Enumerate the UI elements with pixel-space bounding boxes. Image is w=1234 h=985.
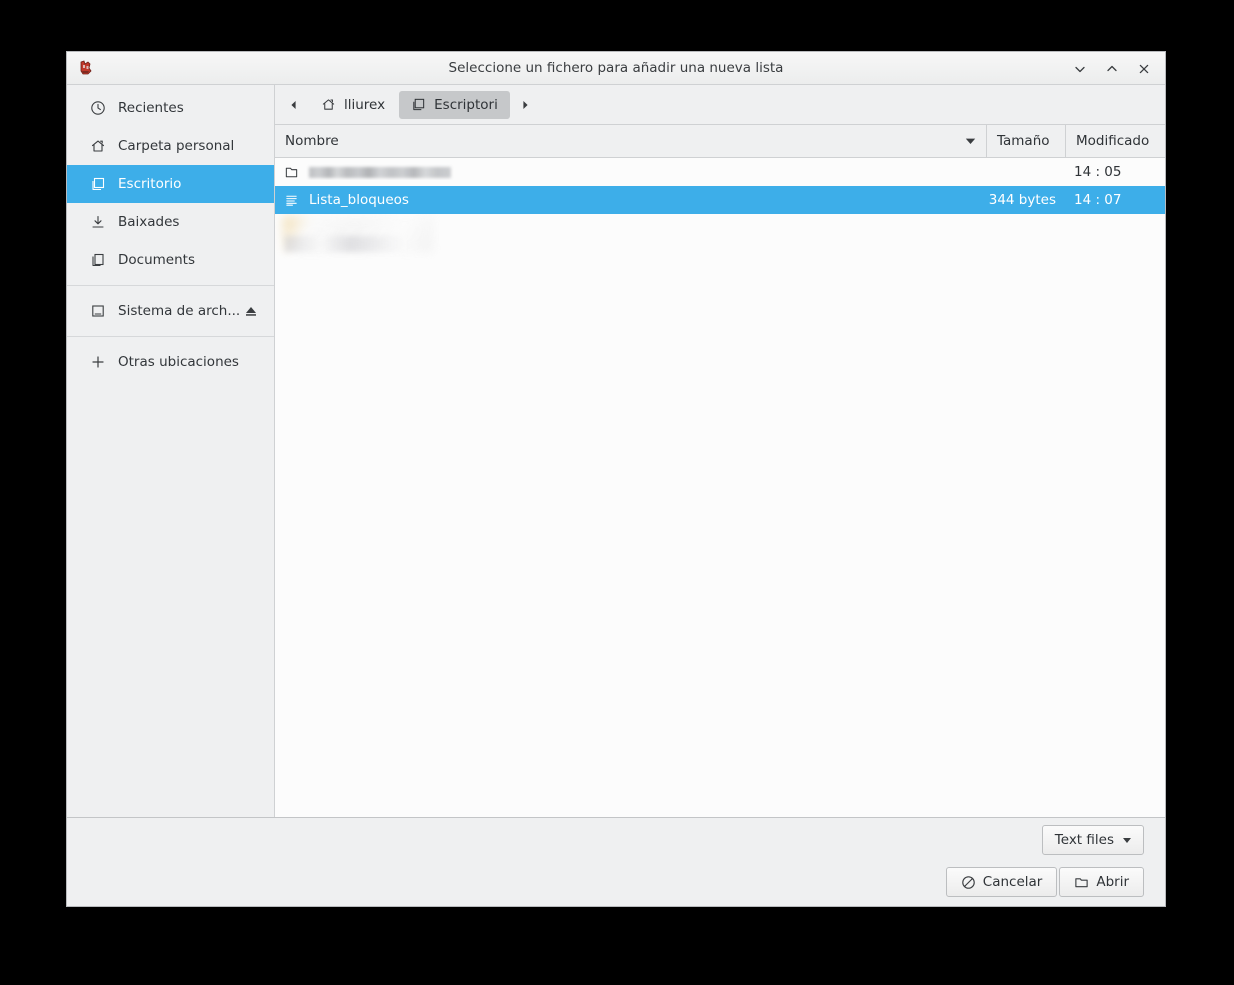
sort-descending-icon: [965, 133, 976, 149]
sidebar-item-sistema-de-archivos[interactable]: Sistema de arch...: [67, 292, 274, 330]
titlebar[interactable]: Seleccione un fichero para añadir una nu…: [67, 52, 1165, 85]
dialog-action-buttons: Cancelar Abrir: [945, 867, 1144, 897]
column-header-modified-label: Modificado: [1076, 133, 1150, 149]
file-modified-cell: 14 : 07: [1074, 192, 1122, 208]
eject-icon[interactable]: [244, 304, 258, 318]
table-row[interactable]: [275, 214, 1165, 260]
column-header-size[interactable]: Tamaño: [987, 125, 1066, 157]
home-icon: [90, 138, 106, 154]
sidebar-item-label: Recientes: [118, 100, 184, 116]
column-header-name-label: Nombre: [285, 133, 339, 149]
text-file-icon: [283, 192, 299, 208]
cancel-button-label: Cancelar: [982, 874, 1043, 890]
redacted-file-entry-secondary: [285, 236, 405, 252]
open-button[interactable]: Abrir: [1059, 867, 1144, 897]
table-row[interactable]: Lista_bloqueos 344 bytes 14 : 07: [275, 186, 1165, 214]
dialog-footer: Text files Cancelar Abrir: [67, 817, 1165, 906]
sidebar-item-label: Baixades: [118, 214, 180, 230]
places-sidebar: Recientes Carpeta personal Escritorio Ba…: [67, 85, 275, 817]
sidebar-item-label: Carpeta personal: [118, 138, 235, 154]
desktop-icon: [90, 176, 106, 192]
prohibition-icon: [961, 875, 976, 890]
file-filter-wrapper: Text files: [1041, 825, 1144, 855]
sidebar-item-escritorio[interactable]: Escritorio: [67, 165, 274, 203]
redacted-file-name: [309, 166, 451, 178]
home-icon: [321, 97, 336, 112]
column-header-name[interactable]: Nombre: [275, 125, 987, 157]
breadcrumb-item-lliurex[interactable]: lliurex: [309, 91, 397, 119]
sidebar-item-baixades[interactable]: Baixades: [67, 203, 274, 241]
file-modified-cell: 14 : 05: [1074, 164, 1122, 180]
chevron-right-icon[interactable]: [512, 91, 538, 119]
column-header-size-label: Tamaño: [997, 133, 1050, 149]
download-icon: [90, 214, 106, 230]
file-icon: [283, 164, 299, 180]
file-chooser-dialog: Seleccione un fichero para añadir una nu…: [66, 51, 1166, 907]
file-list[interactable]: 14 : 05 Lista_bloqueos 344 bytes 14 : 07: [275, 158, 1165, 817]
open-button-label: Abrir: [1096, 874, 1129, 890]
close-icon[interactable]: [1131, 56, 1157, 82]
breadcrumb: lliurex Escriptori: [275, 85, 1165, 125]
chevron-down-icon: [1123, 837, 1131, 843]
file-name-cell: Lista_bloqueos: [275, 192, 987, 208]
sidebar-item-otras-ubicaciones[interactable]: Otras ubicaciones: [67, 343, 274, 381]
sidebar-item-recientes[interactable]: Recientes: [67, 89, 274, 127]
file-name-cell: [275, 164, 987, 180]
window-controls: [1067, 52, 1157, 85]
window-title: Seleccione un fichero para añadir una nu…: [448, 59, 784, 76]
file-browser: lliurex Escriptori Nombre Tamaño Modific…: [275, 85, 1165, 817]
clock-icon: [90, 100, 106, 116]
column-headers: Nombre Tamaño Modificado: [275, 125, 1165, 158]
folder-icon: [1074, 875, 1089, 890]
file-type-filter-dropdown[interactable]: Text files: [1041, 825, 1144, 855]
sidebar-item-label: Sistema de arch...: [118, 303, 241, 319]
breadcrumb-item-escriptori[interactable]: Escriptori: [399, 90, 510, 119]
maximize-icon[interactable]: [1099, 56, 1125, 82]
sidebar-divider-1: [67, 285, 274, 286]
minimize-icon[interactable]: [1067, 56, 1093, 82]
file-size-cell: 344 bytes: [988, 192, 1056, 208]
desktop-icon: [411, 97, 426, 112]
lliurex-app-icon: [77, 59, 95, 77]
chevron-left-icon[interactable]: [281, 91, 307, 119]
sidebar-item-label: Escritorio: [118, 176, 182, 192]
sidebar-item-label: Otras ubicaciones: [118, 354, 239, 370]
dialog-body: Recientes Carpeta personal Escritorio Ba…: [67, 85, 1165, 817]
sidebar-divider-2: [67, 336, 274, 337]
table-row[interactable]: 14 : 05: [275, 158, 1165, 186]
drive-icon: [90, 303, 106, 319]
plus-icon: [90, 354, 106, 370]
sidebar-item-documents[interactable]: Documents: [67, 241, 274, 279]
column-header-modified[interactable]: Modificado: [1066, 125, 1165, 157]
file-type-filter-label: Text files: [1054, 832, 1114, 848]
documents-icon: [90, 252, 106, 268]
breadcrumb-label: Escriptori: [434, 96, 498, 113]
sidebar-item-label: Documents: [118, 252, 195, 268]
file-name-label: Lista_bloqueos: [309, 192, 409, 208]
sidebar-item-carpeta-personal[interactable]: Carpeta personal: [67, 127, 274, 165]
cancel-button[interactable]: Cancelar: [945, 867, 1058, 897]
breadcrumb-label: lliurex: [344, 96, 386, 113]
